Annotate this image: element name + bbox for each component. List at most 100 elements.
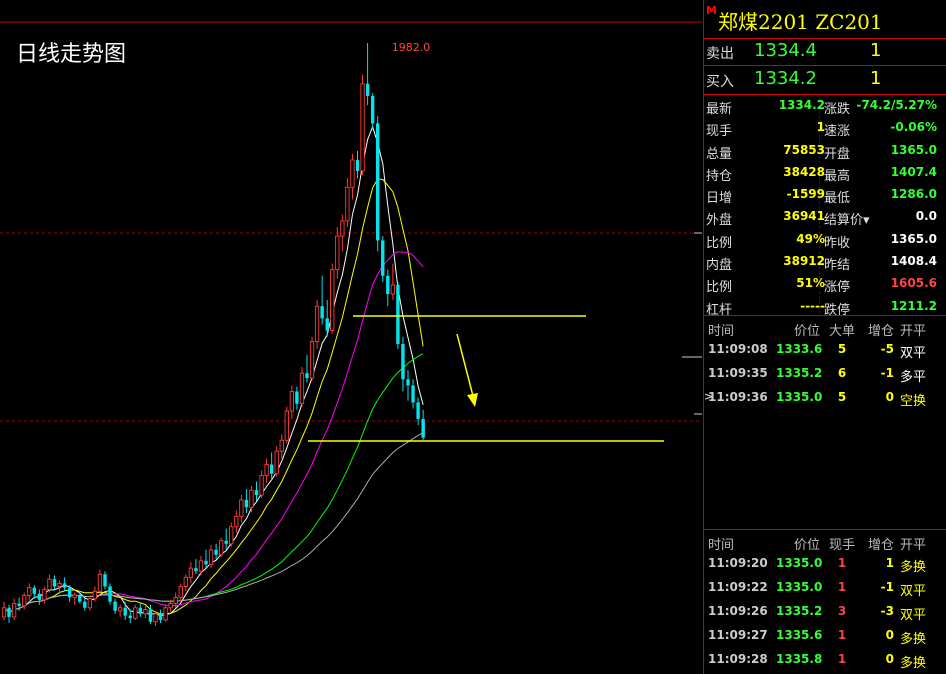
candle [269, 452, 274, 480]
daily-candlestick-chart[interactable]: 1982.0 [0, 0, 702, 674]
column-header: 现手 [828, 538, 855, 553]
quote-value: -0.06% [890, 120, 937, 135]
candles [1, 43, 425, 627]
quote-value: 1286.0 [890, 187, 937, 202]
quote-label: 总量 [706, 146, 733, 162]
candle [198, 555, 204, 576]
candle [204, 549, 208, 569]
contract-header: M 郑煤2201 ZC201 [704, 0, 946, 39]
type-cell: 双平 [900, 584, 927, 599]
candle [97, 569, 103, 594]
candle [47, 574, 52, 593]
candle [163, 604, 168, 622]
quote-value: 1365.0 [890, 142, 937, 157]
price-cell: 1335.6 [776, 628, 823, 642]
sell-label: 卖出 [706, 46, 734, 62]
quote-label: 最高 [824, 168, 851, 184]
candle [143, 605, 148, 619]
contract-name[interactable]: 郑煤2201 ZC201 [718, 6, 883, 35]
quote-label[interactable]: 结算价▾ [824, 209, 870, 228]
quote-value: 36941 [783, 209, 825, 224]
candle [381, 236, 385, 282]
qty-cell: 1 [837, 652, 847, 666]
big-order-list[interactable]: 时间 价位 大单 增仓 开平 11:09:08 1333.6 5 -5 双平 11:09:35 133… [704, 316, 946, 410]
type-cell: 空换 [900, 394, 927, 409]
list-item[interactable]: 11:09:35 1335.2 6 -1 多平 [704, 362, 946, 386]
quote-row: 内盘 38912 昨结 1408.4 [704, 252, 946, 274]
quote-value: 1407.4 [890, 164, 937, 179]
quote-value: 1408.4 [890, 254, 937, 269]
ma5-line [3, 125, 424, 617]
candle [113, 598, 117, 614]
quote-value: 38428 [783, 164, 825, 179]
candle [390, 263, 395, 301]
candle [138, 603, 143, 617]
price-cell: 1335.2 [776, 366, 823, 380]
candle [406, 370, 410, 401]
quote-label: 最低 [824, 191, 851, 207]
time-cell: 11:09:35 [708, 366, 768, 380]
list-item[interactable]: >11:09:36 1335.0 5 0 空换 [704, 386, 946, 410]
candle [365, 43, 370, 106]
sell-volume: 1 [870, 40, 882, 61]
candle [259, 470, 264, 499]
candle [128, 609, 132, 623]
qty-cell: 5 [837, 342, 847, 356]
time-cell: 11:09:08 [708, 342, 768, 356]
quote-value: ----- [800, 298, 825, 313]
qty-cell: 6 [837, 366, 847, 380]
candle [117, 604, 123, 617]
candle [218, 537, 224, 558]
list-item[interactable]: 11:09:20 1335.0 1 1 多换 [704, 552, 946, 576]
candle [360, 74, 365, 176]
quote-row: 总量 75853 开盘 1365.0 [704, 141, 946, 163]
candle [411, 379, 415, 409]
candle [345, 178, 350, 227]
candle [42, 586, 47, 604]
quote-label: 速涨 [824, 124, 851, 140]
candle [299, 367, 305, 407]
column-header: 时间 [708, 324, 735, 339]
quote-label: 现手 [706, 124, 733, 140]
list-item[interactable]: 11:09:08 1333.6 5 -5 双平 [704, 338, 946, 362]
quote-row: 最新 1334.2 涨跌 -74.2/5.27% [704, 96, 946, 118]
quote-grid: 最新 1334.2 涨跌 -74.2/5.27% 现手 1 速涨 -0.06% 总量 75853 开… [704, 96, 946, 319]
contract-flag: M [706, 4, 717, 17]
time-cell: 11:09:20 [708, 556, 768, 570]
candle [229, 522, 234, 547]
candle [335, 226, 340, 279]
candle [239, 495, 244, 523]
sell-row[interactable]: 卖出 1334.4 1 [704, 38, 946, 66]
quote-value: -1599 [786, 187, 825, 202]
candle [355, 150, 360, 179]
list-item[interactable]: 11:09:27 1335.6 1 0 多换 [704, 624, 946, 648]
candle [264, 458, 269, 483]
quote-row: 比例 51% 涨停 1605.6 [704, 274, 946, 296]
time-cell: 11:09:28 [708, 652, 768, 666]
quote-label: 持仓 [706, 168, 733, 184]
candle [254, 481, 259, 502]
candle [194, 559, 198, 575]
list-item[interactable]: 11:09:22 1335.0 1 -1 双平 [704, 576, 946, 600]
change-cell: -1 [880, 580, 894, 594]
candle [67, 585, 72, 602]
quote-row: 日增 -1599 最低 1286.0 [704, 185, 946, 207]
candle [350, 153, 355, 200]
quote-row: 比例 49% 昨收 1365.0 [704, 230, 946, 252]
time-cell: 11:09:26 [708, 604, 768, 618]
candle [234, 510, 239, 533]
price-cell: 1335.0 [776, 556, 823, 570]
quote-label: 外盘 [706, 213, 733, 229]
tick-list[interactable]: 时间 价位 现手 增仓 开平 11:09:20 1335.0 1 1 多换 11:09:22 1335… [704, 530, 946, 672]
buy-row[interactable]: 买入 1334.2 1 [704, 66, 946, 94]
quote-value: 1365.0 [890, 231, 937, 246]
list-item[interactable]: 11:09:26 1335.2 3 -3 双平 [704, 600, 946, 624]
list-item[interactable]: 11:09:28 1335.8 1 0 多换 [704, 648, 946, 672]
quote-value: 1605.6 [890, 276, 937, 291]
ma10-line [3, 178, 424, 615]
high-price-label: 1982.0 [392, 41, 431, 54]
quote-row: 现手 1 速涨 -0.06% [704, 118, 946, 140]
candle [87, 595, 93, 611]
change-cell: -3 [880, 604, 894, 618]
quote-value: 51% [796, 276, 825, 291]
